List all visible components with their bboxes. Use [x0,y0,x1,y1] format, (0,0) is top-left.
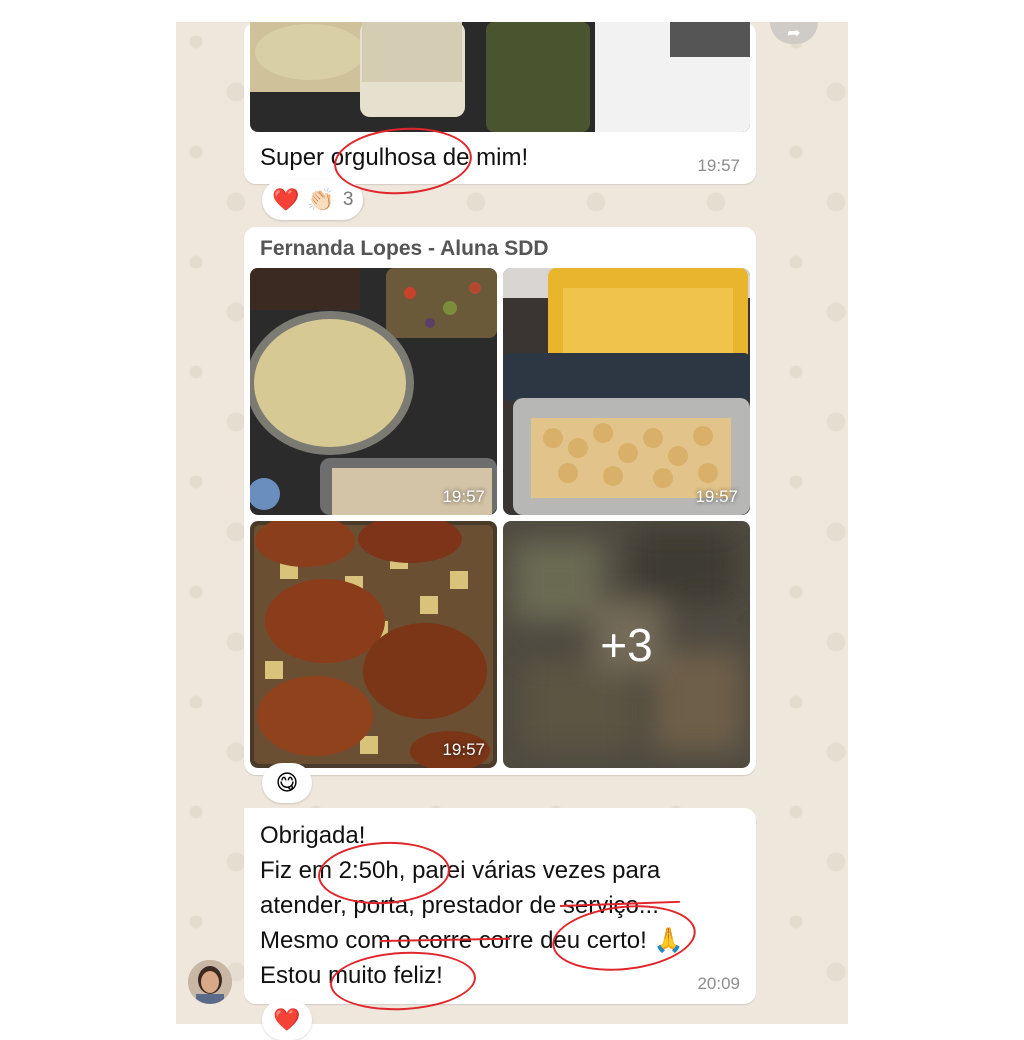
more-photos-tile[interactable]: +3 [503,521,750,768]
message-bubble-2[interactable]: Fernanda Lopes - Aluna SDD 19:57 19:57 1… [244,227,756,775]
message-timestamp: 19:57 [697,156,740,175]
message-bubble-3[interactable]: Obrigada! Fiz em 2:50h, parei várias vez… [244,808,756,1004]
reaction-pill-3[interactable]: ❤️ [262,1000,312,1040]
reaction-pill-2[interactable]: 😋 [262,763,312,803]
photo-timestamp-3: 19:57 [442,740,485,759]
photo-thumbnail-3[interactable]: 19:57 [250,521,497,768]
food-photo-top[interactable] [250,22,750,132]
message-line-3: atender, porta, prestador de serviço... [260,892,659,919]
yum-face-reaction-icon: 😋 [275,770,299,795]
more-photos-count: +3 [600,618,653,671]
avatar-image [188,960,232,1004]
photo-thumbnail-2[interactable]: 19:57 [503,268,750,515]
message-line-2: Fiz em 2:50h, parei várias vezes para [260,857,661,884]
reaction-count: 3 [342,189,354,210]
photo-image-2 [503,268,750,515]
photo-image-3 [250,521,497,768]
message-bubble-1[interactable]: Super orgulhosa de mim! 19:57 [244,22,756,184]
avatar[interactable] [188,960,232,1004]
sender-name[interactable]: Fernanda Lopes - Aluna SDD [260,237,549,261]
heart-reaction-icon: ❤️ [273,1007,301,1032]
message-text: Obrigada! Fiz em 2:50h, parei várias vez… [260,818,683,993]
photo-timestamp-1: 19:57 [442,487,485,506]
photo-image-1 [250,268,497,515]
message-timestamp: 20:09 [697,974,740,993]
message-line-1: Obrigada! [260,822,366,849]
message-line-5: Estou muito feliz! [260,962,443,989]
heart-reaction-icon: ❤️ [272,187,300,212]
message-caption: Super orgulhosa de mim! [260,144,529,171]
photo-timestamp-2: 19:57 [695,487,738,506]
food-photo-image [250,22,750,132]
clap-reaction-icon: 👏🏻 [307,187,335,212]
photo-thumbnail-1[interactable]: 19:57 [250,268,497,515]
message-line-4: Mesmo com o corre corre deu certo! 🙏 [260,927,684,954]
reaction-pill-1[interactable]: ❤️ 👏🏻 3 [262,180,364,220]
